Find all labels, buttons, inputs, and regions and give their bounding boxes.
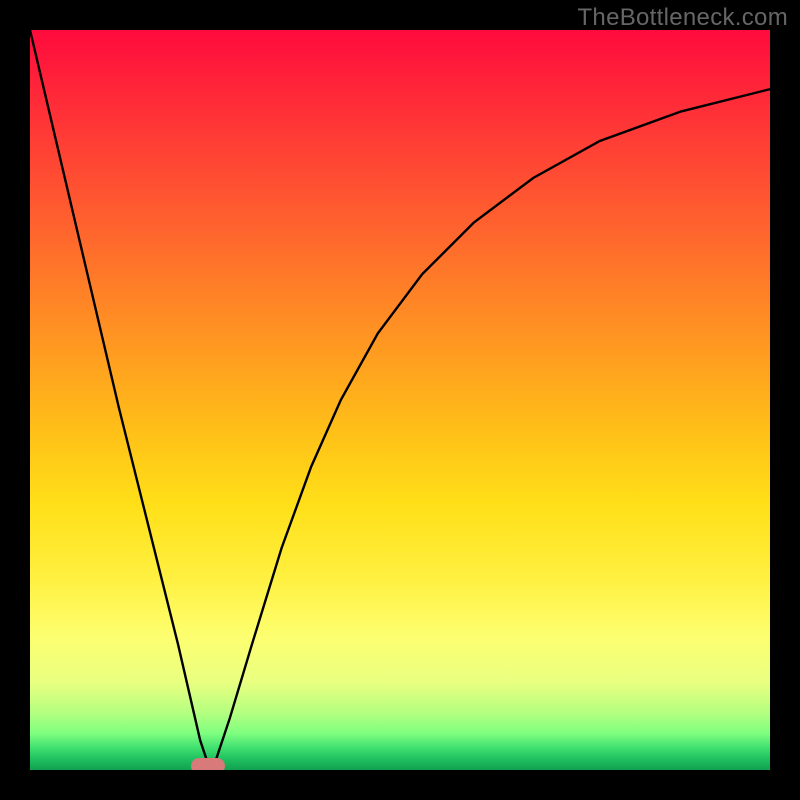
chart-frame: TheBottleneck.com <box>0 0 800 800</box>
optimum-marker <box>191 758 225 770</box>
watermark-text: TheBottleneck.com <box>577 4 788 32</box>
bottleneck-curve <box>30 30 770 770</box>
plot-area <box>30 30 770 770</box>
